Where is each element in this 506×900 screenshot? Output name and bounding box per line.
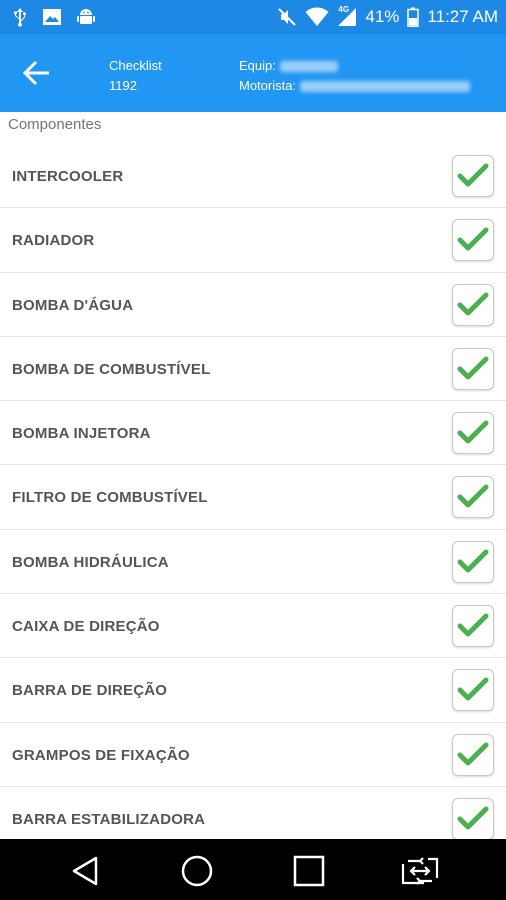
component-label: BOMBA HIDRÁULICA [12, 553, 169, 571]
usb-icon [12, 7, 28, 27]
checkmark-icon [457, 163, 489, 187]
component-checkbox[interactable] [452, 733, 494, 776]
back-triangle-icon [72, 856, 98, 886]
component-label: BOMBA DE COMBUSTÍVEL [12, 360, 211, 378]
list-item[interactable]: BOMBA HIDRÁULICA [0, 530, 506, 595]
list-item[interactable]: BOMBA INJETORA [0, 401, 506, 466]
checkmark-icon [457, 806, 489, 830]
section-label: Componentes [8, 116, 102, 133]
list-item[interactable]: BOMBA DE COMBUSTÍVEL [0, 337, 506, 402]
signal-4g-icon: 4G [337, 5, 357, 27]
checkmark-icon [457, 677, 489, 701]
list-item[interactable]: BARRA DE DIREÇÃO [0, 658, 506, 723]
switch-app-icon [401, 857, 439, 885]
component-label: BOMBA INJETORA [12, 425, 151, 443]
navigation-bar [0, 839, 506, 900]
back-button[interactable] [18, 53, 58, 93]
nav-recents-button[interactable] [289, 851, 329, 891]
status-bar: 4G 41% 11:27 AM [0, 0, 506, 34]
checklist-label: Checklist [109, 58, 162, 73]
wifi-icon [305, 7, 329, 27]
battery-percent: 41% [365, 7, 400, 26]
component-label: CAIXA DE DIREÇÃO [12, 618, 160, 636]
checkmark-icon [457, 420, 489, 444]
list-item[interactable]: BARRA ESTABILIZADORA [0, 787, 506, 839]
home-circle-icon [181, 855, 213, 887]
checkmark-icon [457, 613, 489, 637]
list-item[interactable]: RADIADOR [0, 208, 506, 273]
component-label: RADIADOR [12, 232, 95, 250]
nav-back-button[interactable] [65, 851, 105, 891]
component-checkbox[interactable] [452, 283, 494, 326]
component-checkbox[interactable] [452, 476, 494, 519]
component-label: BARRA ESTABILIZADORA [12, 810, 206, 828]
recents-square-icon [293, 855, 325, 887]
battery-icon [407, 7, 420, 27]
component-checkbox[interactable] [452, 669, 494, 712]
image-icon [42, 7, 62, 27]
equipment-info: Equip: Motorista: [239, 56, 471, 96]
list-item[interactable]: GRAMPOS DE FIXAÇÃO [0, 723, 506, 787]
component-checkbox[interactable] [452, 540, 494, 583]
component-checkbox[interactable] [452, 155, 494, 197]
list-item[interactable]: BOMBA D'ÁGUA [0, 273, 506, 337]
equip-value-redacted [279, 61, 338, 73]
checkmark-icon [457, 549, 489, 573]
mute-icon [277, 7, 297, 27]
component-label: INTERCOOLER [12, 168, 124, 185]
checkmark-icon [457, 227, 489, 251]
equip-label: Equip: [239, 58, 276, 73]
component-checkbox[interactable] [452, 219, 494, 262]
component-checkbox[interactable] [452, 412, 494, 455]
component-label: GRAMPOS DE FIXAÇÃO [12, 746, 190, 764]
component-label: BOMBA D'ÁGUA [12, 296, 134, 314]
component-label: BARRA DE DIREÇÃO [12, 682, 168, 700]
checkmark-icon [457, 742, 489, 766]
checklist-info: Checklist 1192 [109, 56, 162, 96]
arrow-back-icon [22, 60, 49, 86]
list-item[interactable]: CAIXA DE DIREÇÃO [0, 594, 506, 659]
motorista-value-redacted [300, 81, 471, 93]
android-icon [76, 7, 96, 27]
app-bar: Checklist 1192 Equip: Motorista: [0, 34, 506, 112]
checkmark-icon [457, 356, 489, 380]
nav-home-button[interactable] [177, 851, 217, 891]
network-type: 4G [338, 5, 350, 14]
component-list[interactable]: INTERCOOLER RADIADOR BOMBA D'ÁGUA BOMBA DE … [0, 144, 506, 839]
component-checkbox[interactable] [452, 797, 494, 839]
clock: 11:27 AM [427, 7, 498, 26]
list-item[interactable]: FILTRO DE COMBUSTÍVEL [0, 465, 506, 530]
checkmark-icon [457, 292, 489, 316]
nav-switch-button[interactable] [400, 851, 440, 891]
checklist-number: 1192 [109, 78, 137, 93]
component-label: FILTRO DE COMBUSTÍVEL [12, 489, 208, 507]
component-checkbox[interactable] [452, 605, 494, 648]
list-item[interactable]: INTERCOOLER [0, 144, 506, 209]
motorista-label: Motorista: [239, 78, 297, 93]
component-checkbox[interactable] [452, 347, 494, 390]
checkmark-icon [457, 484, 489, 508]
